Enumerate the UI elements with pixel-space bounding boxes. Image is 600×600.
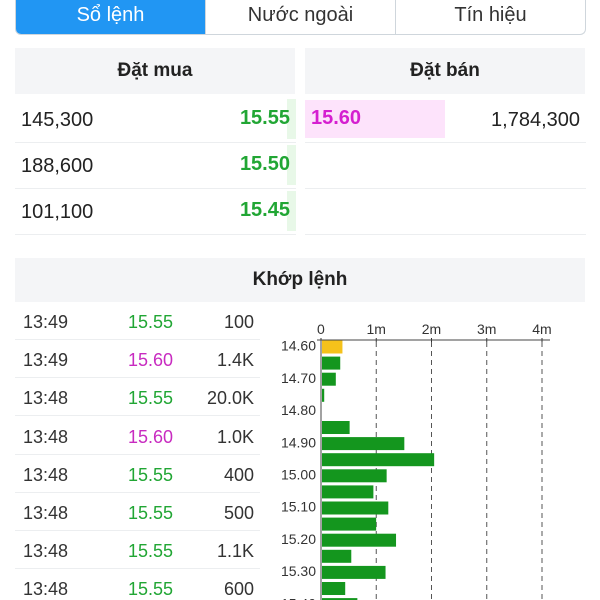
trade-time: 13:48 bbox=[23, 464, 69, 485]
y-tick-label: 14.90 bbox=[281, 434, 316, 450]
x-tick-label: 0 bbox=[317, 321, 325, 337]
trade-time: 13:49 bbox=[23, 312, 69, 332]
trade-volume: 1.1K bbox=[216, 541, 254, 562]
trade-time: 13:48 bbox=[23, 388, 69, 409]
sell-orders-header: Đặt bán bbox=[305, 48, 585, 94]
sell-order-row-empty bbox=[305, 189, 586, 235]
trade-price: 15.55 bbox=[128, 541, 174, 562]
trade-volume: 20.0K bbox=[206, 388, 254, 409]
volume-bar-current-price bbox=[322, 340, 343, 354]
trade-price: 15.55 bbox=[128, 464, 174, 485]
trade-volume: 100 bbox=[223, 312, 254, 332]
y-tick-label: 15.30 bbox=[281, 563, 316, 579]
trade-time: 13:48 bbox=[23, 503, 69, 523]
trade-time: 13:48 bbox=[23, 579, 69, 600]
y-tick-label: 14.60 bbox=[281, 338, 316, 354]
volume-bar bbox=[322, 549, 352, 563]
trade-price: 15.55 bbox=[128, 312, 174, 332]
buy-order-row: 188,600 15.50 bbox=[15, 143, 296, 189]
trade-row: 13:48 15.55 20.0K bbox=[15, 378, 260, 417]
volume-bar bbox=[322, 565, 386, 579]
volume-bar bbox=[322, 437, 405, 451]
tab-bar: Sổ lệnh Nước ngoài Tín hiệu bbox=[15, 0, 586, 35]
trade-volume: 1.0K bbox=[216, 426, 254, 447]
volume-bar bbox=[322, 582, 346, 595]
trade-row: 13:48 15.60 1.0K bbox=[15, 417, 260, 455]
trade-price: 15.55 bbox=[128, 503, 174, 523]
trade-row: 13:48 15.55 1.1K bbox=[15, 531, 260, 570]
trade-price: 15.55 bbox=[128, 388, 174, 409]
trade-time: 13:48 bbox=[23, 426, 69, 447]
sell-quantity: 1,784,300 bbox=[491, 109, 580, 131]
buy-order-row: 145,300 15.55 bbox=[15, 97, 296, 143]
x-tick-label: 2m bbox=[422, 321, 441, 337]
trade-price: 15.60 bbox=[128, 426, 174, 447]
trade-row: 13:48 15.55 400 bbox=[15, 455, 260, 493]
trade-time: 13:48 bbox=[23, 541, 69, 562]
y-tick-label: 15.40 bbox=[281, 595, 316, 600]
volume-bar bbox=[322, 421, 350, 434]
buy-orders-header: Đặt mua bbox=[15, 48, 295, 94]
buy-price: 15.50 bbox=[239, 153, 290, 175]
volume-bar bbox=[322, 501, 389, 515]
y-tick-label: 14.70 bbox=[281, 370, 316, 386]
trade-row: 13:49 15.55 100 bbox=[15, 302, 260, 340]
x-tick-label: 4m bbox=[532, 321, 551, 337]
y-tick-label: 14.80 bbox=[281, 402, 316, 418]
trade-volume: 1.4K bbox=[216, 350, 254, 371]
x-tick-label: 1m bbox=[367, 321, 386, 337]
price-volume-chart-svg: 0 1m 2m 3m 4m 14.60 14.70 14.80 14.90 15.00 15.10 1… bbox=[281, 321, 552, 600]
buy-price: 15.45 bbox=[239, 199, 290, 221]
volume-bar bbox=[322, 533, 397, 547]
buy-quantity: 145,300 bbox=[21, 109, 94, 131]
y-tick-label: 15.00 bbox=[281, 467, 316, 483]
trade-row: 13:48 15.55 500 bbox=[15, 493, 260, 531]
x-tick-label: 3m bbox=[477, 321, 496, 337]
sell-order-row: 15.60 1,784,300 bbox=[305, 97, 586, 143]
trade-price: 15.55 bbox=[128, 579, 174, 600]
trade-price: 15.60 bbox=[128, 350, 174, 371]
y-tick-label: 15.20 bbox=[281, 531, 316, 547]
sell-order-row-empty bbox=[305, 143, 586, 189]
volume-bar bbox=[322, 388, 325, 402]
volume-bar bbox=[322, 372, 336, 386]
tab-nuoc-ngoai[interactable]: Nước ngoài bbox=[205, 0, 395, 34]
tab-so-lenh[interactable]: Sổ lệnh bbox=[16, 0, 205, 34]
buy-price: 15.55 bbox=[239, 107, 290, 129]
volume-bar bbox=[322, 453, 435, 467]
buy-quantity: 188,600 bbox=[21, 155, 94, 177]
volume-bar bbox=[322, 517, 377, 531]
buy-quantity: 101,100 bbox=[21, 201, 94, 223]
volume-bar bbox=[322, 469, 387, 483]
trade-row: 13:48 15.55 600 bbox=[15, 569, 260, 600]
trade-row: 13:49 15.60 1.4K bbox=[15, 340, 260, 379]
sell-price: 15.60 bbox=[311, 107, 362, 129]
buy-order-row: 101,100 15.45 bbox=[15, 189, 296, 235]
trade-volume: 600 bbox=[223, 579, 254, 600]
y-tick-label: 15.10 bbox=[281, 499, 316, 515]
trade-volume: 400 bbox=[223, 464, 254, 485]
matched-orders-header: Khớp lệnh bbox=[15, 258, 585, 302]
tab-tin-hieu[interactable]: Tín hiệu bbox=[395, 0, 585, 34]
price-volume-chart: 0 1m 2m 3m 4m 14.60 14.70 14.80 14.90 15.00 15.10 1… bbox=[266, 316, 596, 600]
trade-volume: 500 bbox=[223, 503, 254, 523]
trade-time: 13:49 bbox=[23, 350, 69, 371]
volume-bar bbox=[322, 356, 341, 370]
volume-bar bbox=[322, 485, 374, 499]
